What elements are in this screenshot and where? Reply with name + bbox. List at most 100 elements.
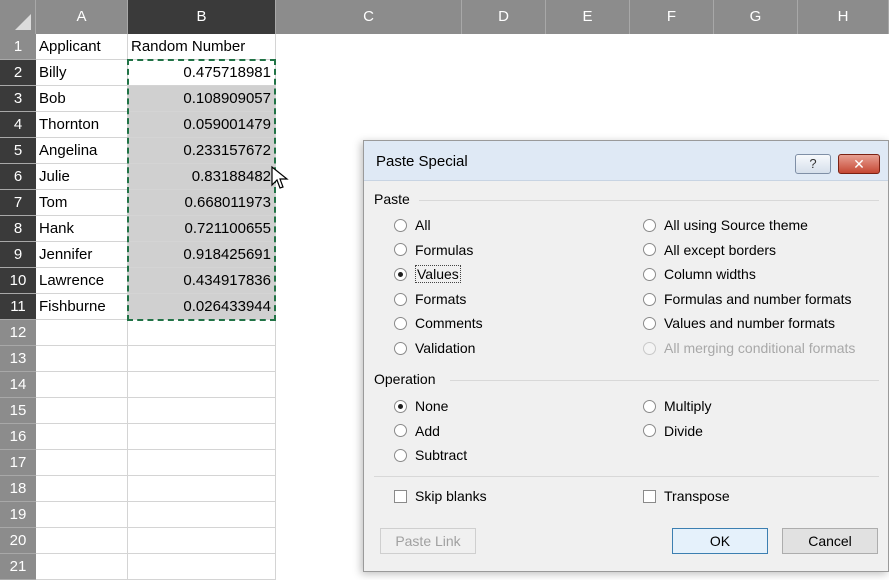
cell-a[interactable] [36, 450, 128, 476]
cell-b[interactable]: 0.059001479 [128, 112, 276, 138]
row-header[interactable]: 3 [0, 86, 36, 112]
cell-b[interactable]: 0.434917836 [128, 268, 276, 294]
radio-option[interactable]: Comments [394, 314, 483, 332]
select-all-corner[interactable] [0, 0, 36, 34]
row-header[interactable]: 19 [0, 502, 36, 528]
row-header[interactable]: 20 [0, 528, 36, 554]
help-button[interactable]: ? [795, 154, 831, 174]
cell-a[interactable]: Bob [36, 86, 128, 112]
row-header[interactable]: 1 [0, 34, 36, 60]
radio-option[interactable]: Column widths [643, 265, 756, 283]
radio-option[interactable]: Formulas and number formats [643, 290, 852, 308]
row-header[interactable]: 18 [0, 476, 36, 502]
cell-b[interactable] [128, 320, 276, 346]
row-header[interactable]: 15 [0, 398, 36, 424]
close-button[interactable]: ✕ [838, 154, 880, 174]
column-header-c[interactable]: C [276, 0, 462, 34]
cell-a[interactable] [36, 346, 128, 372]
cell-b[interactable] [128, 554, 276, 580]
radio-option[interactable]: Formats [394, 290, 466, 308]
radio-option[interactable]: Values [394, 265, 461, 284]
cell-b[interactable]: 0.721100655 [128, 216, 276, 242]
row-header[interactable]: 21 [0, 554, 36, 580]
row-header[interactable]: 16 [0, 424, 36, 450]
row-header[interactable]: 4 [0, 112, 36, 138]
cell-b[interactable] [128, 346, 276, 372]
radio-option[interactable]: Subtract [394, 446, 467, 464]
cell-a[interactable] [36, 320, 128, 346]
row-header[interactable]: 2 [0, 60, 36, 86]
cell-a[interactable] [36, 502, 128, 528]
row-header[interactable]: 12 [0, 320, 36, 346]
cell-b[interactable] [128, 398, 276, 424]
column-header-e[interactable]: E [546, 0, 630, 34]
column-header-g[interactable]: G [714, 0, 798, 34]
radio-option[interactable]: All using Source theme [643, 216, 808, 234]
cell-b[interactable]: 0.475718981 [128, 60, 276, 86]
cell-a[interactable] [36, 476, 128, 502]
cell-a[interactable]: Thornton [36, 112, 128, 138]
column-header-b[interactable]: B [128, 0, 276, 34]
cell-b[interactable] [128, 424, 276, 450]
transpose-checkbox[interactable]: Transpose [643, 487, 730, 505]
cell-b[interactable]: 0.83188482 [128, 164, 276, 190]
cell-a[interactable]: Jennifer [36, 242, 128, 268]
radio-option[interactable]: All [394, 216, 431, 234]
cell-b[interactable]: 0.026433944 [128, 294, 276, 320]
radio-option[interactable]: Formulas [394, 241, 473, 259]
row-header[interactable]: 5 [0, 138, 36, 164]
cell-b[interactable] [128, 502, 276, 528]
ok-button[interactable]: OK [672, 528, 768, 554]
cell-a[interactable] [36, 424, 128, 450]
cell-b[interactable] [128, 528, 276, 554]
skip-blanks-checkbox[interactable]: Skip blanks [394, 487, 487, 505]
radio-option[interactable]: All except borders [643, 241, 776, 259]
cell-a[interactable] [36, 528, 128, 554]
cell-a[interactable]: Lawrence [36, 268, 128, 294]
cell-a[interactable]: Hank [36, 216, 128, 242]
cancel-button[interactable]: Cancel [782, 528, 878, 554]
cell-b[interactable]: 0.233157672 [128, 138, 276, 164]
row-header[interactable]: 10 [0, 268, 36, 294]
row-header[interactable]: 11 [0, 294, 36, 320]
row-header[interactable]: 8 [0, 216, 36, 242]
radio-option[interactable]: Divide [643, 422, 703, 440]
column-header-f[interactable]: F [630, 0, 714, 34]
paste-link-button[interactable]: Paste Link [380, 528, 476, 554]
row-header[interactable]: 6 [0, 164, 36, 190]
transpose-label: Transpose [664, 488, 730, 504]
row-header[interactable]: 7 [0, 190, 36, 216]
cell-a[interactable]: Billy [36, 60, 128, 86]
cell-a[interactable] [36, 372, 128, 398]
row-header[interactable]: 14 [0, 372, 36, 398]
cell-a[interactable]: Fishburne [36, 294, 128, 320]
radio-option[interactable]: Multiply [643, 397, 711, 415]
radio-option-label: Comments [415, 315, 483, 332]
row-header[interactable]: 17 [0, 450, 36, 476]
cell-a[interactable] [36, 554, 128, 580]
cell-a[interactable]: Tom [36, 190, 128, 216]
cell-b[interactable]: 0.918425691 [128, 242, 276, 268]
cell-a1[interactable]: Applicant [36, 34, 128, 60]
column-header-d[interactable]: D [462, 0, 546, 34]
cell-a[interactable]: Angelina [36, 138, 128, 164]
cell-a[interactable]: Julie [36, 164, 128, 190]
row-header[interactable]: 9 [0, 242, 36, 268]
radio-option[interactable]: Add [394, 422, 440, 440]
cell-b[interactable] [128, 476, 276, 502]
row-header[interactable]: 13 [0, 346, 36, 372]
column-header-h[interactable]: H [798, 0, 889, 34]
cell-b1[interactable]: Random Number [128, 34, 276, 60]
radio-option[interactable]: None [394, 397, 448, 415]
column-header-a[interactable]: A [36, 0, 128, 34]
cell-a[interactable] [36, 398, 128, 424]
cell-b[interactable]: 0.108909057 [128, 86, 276, 112]
cell-b[interactable] [128, 372, 276, 398]
radio-option[interactable]: Values and number formats [643, 314, 835, 332]
dialog-titlebar[interactable]: Paste Special ? ✕ [364, 141, 888, 181]
cell-b[interactable] [128, 450, 276, 476]
radio-option-label: Validation [415, 340, 476, 356]
radio-option[interactable]: Validation [394, 339, 475, 357]
cell-b[interactable]: 0.668011973 [128, 190, 276, 216]
radio-button-icon [643, 399, 656, 413]
